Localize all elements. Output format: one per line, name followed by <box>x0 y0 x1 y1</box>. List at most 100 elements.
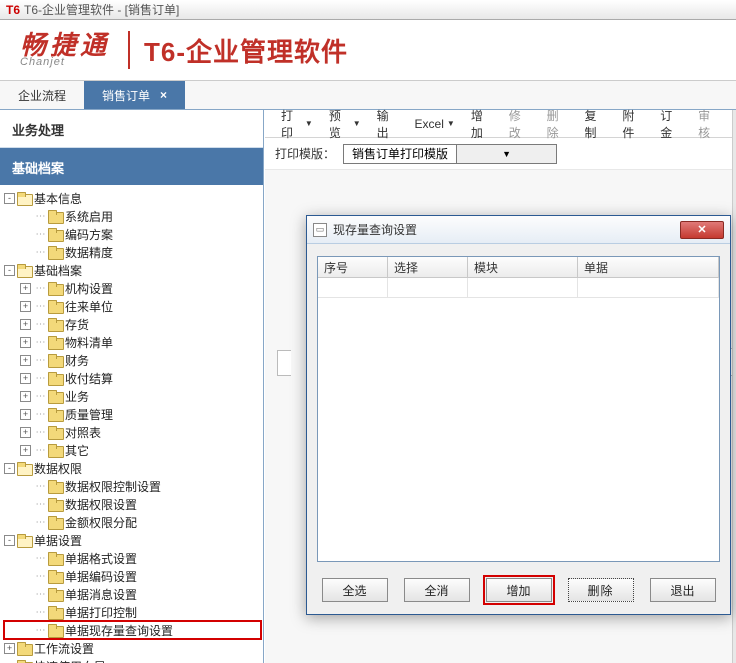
col-module[interactable]: 模块 <box>468 257 578 277</box>
tree: -基本信息⋯系统启用⋯编码方案⋯数据精度-基础档案+⋯机构设置+⋯往来单位+⋯存… <box>4 189 261 663</box>
toolbar-打印[interactable]: 打印▼ <box>273 110 321 137</box>
tree-item-存货[interactable]: +⋯ 存货 <box>4 315 261 333</box>
tree-label: 系统启用 <box>65 208 113 225</box>
btn-select-all[interactable]: 全选 <box>322 578 388 602</box>
expand-icon[interactable]: + <box>20 301 31 312</box>
tree-connector: ⋯ <box>33 391 47 402</box>
tree-label: 快速使用向导 <box>34 658 106 663</box>
toolbar-输出[interactable]: 输出 <box>369 110 407 137</box>
tab-close-icon[interactable]: × <box>160 88 167 102</box>
tree-item-数据权限设置[interactable]: ⋯数据权限设置 <box>4 495 261 513</box>
toolbar-复制[interactable]: 复制 <box>576 110 614 137</box>
tab-label: 销售订单 <box>102 87 150 104</box>
tree-item-对照表[interactable]: +⋯对照表 <box>4 423 261 441</box>
expand-icon[interactable]: + <box>20 283 31 294</box>
tree-label: 物料清单 <box>65 334 113 351</box>
print-template-value: 销售订单打印模版 <box>344 145 456 162</box>
btn-select-none[interactable]: 全消 <box>404 578 470 602</box>
tree-connector: ⋯ <box>33 499 47 510</box>
tree-item-单据消息设置[interactable]: ⋯ 单据消息设置 <box>4 585 261 603</box>
expand-icon[interactable]: + <box>20 319 31 330</box>
tree-item-质量管理[interactable]: +⋯质量管理 <box>4 405 261 423</box>
chevron-down-icon[interactable]: ▼ <box>456 145 556 163</box>
toolbar-预览[interactable]: 预览▼ <box>321 110 369 137</box>
expand-icon[interactable]: + <box>20 373 31 384</box>
window-title: T6-企业管理软件 - [销售订单] <box>24 1 179 18</box>
collapse-icon[interactable]: - <box>4 193 15 204</box>
col-bill[interactable]: 单据 <box>578 257 719 277</box>
toolbar-增加[interactable]: 增加 <box>463 110 501 137</box>
chevron-down-icon: ▼ <box>353 119 361 128</box>
toolbar-修改: 修改 <box>501 110 539 137</box>
tree-label: 数据权限 <box>34 460 82 477</box>
expand-icon[interactable]: + <box>20 409 31 420</box>
tree-label: 财务 <box>65 352 89 369</box>
tree-label: 单据消息设置 <box>65 586 137 603</box>
tree-item-机构设置[interactable]: +⋯机构设置 <box>4 279 261 297</box>
btn-add[interactable]: 增加 <box>486 578 552 602</box>
folder-icon <box>48 606 62 618</box>
tree-item-系统启用[interactable]: ⋯系统启用 <box>4 207 261 225</box>
tree-item-其它[interactable]: +⋯其它 <box>4 441 261 459</box>
sidebar-header-archive[interactable]: 基础档案 <box>0 148 263 185</box>
expand-icon[interactable]: + <box>20 337 31 348</box>
col-select[interactable]: 选择 <box>388 257 468 277</box>
folder-icon <box>48 516 62 528</box>
tree-item-基础档案[interactable]: -基础档案 <box>4 261 261 279</box>
folder-icon <box>48 282 62 294</box>
expand-icon[interactable]: + <box>20 391 31 402</box>
dialog-titlebar[interactable]: ▭ 现存量查询设置 ✕ <box>307 216 730 244</box>
folder-icon <box>17 534 31 546</box>
tree-scroll[interactable]: -基本信息⋯系统启用⋯编码方案⋯数据精度-基础档案+⋯机构设置+⋯往来单位+⋯存… <box>0 185 263 663</box>
tree-item-物料清单[interactable]: +⋯物料清单 <box>4 333 261 351</box>
sidebar-header-biz[interactable]: 业务处理 <box>0 110 263 148</box>
btn-exit[interactable]: 退出 <box>650 578 716 602</box>
tree-item-单据编码设置[interactable]: ⋯单据编码设置 <box>4 567 261 585</box>
toolbar-Excel[interactable]: Excel▼ <box>407 110 463 137</box>
tab-sales-order[interactable]: 销售订单 × <box>84 81 185 109</box>
tree-connector: ⋯ <box>33 445 47 456</box>
tree-item-编码方案[interactable]: ⋯编码方案 <box>4 225 261 243</box>
tree-item-收付结算[interactable]: +⋯收付结算 <box>4 369 261 387</box>
tree-item-财务[interactable]: +⋯财务 <box>4 351 261 369</box>
dialog-title: 现存量查询设置 <box>333 221 680 238</box>
col-seq[interactable]: 序号 <box>318 257 388 277</box>
tree-connector: ⋯ <box>33 319 47 330</box>
tree-connector: ⋯ <box>33 283 47 294</box>
tree-item-基本信息[interactable]: -基本信息 <box>4 189 261 207</box>
expand-icon[interactable]: + <box>20 427 31 438</box>
tree-item-往来单位[interactable]: +⋯往来单位 <box>4 297 261 315</box>
toolbar-附件[interactable]: 附件 <box>614 110 652 137</box>
print-template-select[interactable]: 销售订单打印模版 ▼ <box>343 144 557 164</box>
logo-area: 畅捷通 Chanjet T6-企业管理软件 <box>0 20 736 80</box>
tree-item-单据打印控制[interactable]: ⋯单据打印控制 <box>4 603 261 621</box>
expand-icon[interactable]: + <box>4 643 15 654</box>
expand-icon[interactable]: + <box>20 445 31 456</box>
tree-item-单据格式设置[interactable]: ⋯单据格式设置 <box>4 549 261 567</box>
tree-item-数据权限[interactable]: - 数据权限 <box>4 459 261 477</box>
tree-connector: ⋯ <box>33 247 47 258</box>
expander-blank <box>20 481 31 492</box>
tree-connector: ⋯ <box>33 589 47 600</box>
tree-item-快速使用向导[interactable]: 快速使用向导 <box>4 657 261 663</box>
dialog-close-button[interactable]: ✕ <box>680 221 724 239</box>
toolbar-订金[interactable]: 订金 <box>652 110 690 137</box>
tree-item-单据设置[interactable]: -单据设置 <box>4 531 261 549</box>
tree-label: 存货 <box>65 316 89 333</box>
collapse-icon[interactable]: - <box>4 463 15 474</box>
tab-biz-process[interactable]: 企业流程 <box>0 81 84 109</box>
tree-item-数据权限控制设置[interactable]: ⋯数据权限控制设置 <box>4 477 261 495</box>
brand-divider <box>128 31 130 69</box>
folder-icon <box>48 300 62 312</box>
expand-icon[interactable]: + <box>20 355 31 366</box>
tree-item-数据精度[interactable]: ⋯数据精度 <box>4 243 261 261</box>
folder-icon <box>17 264 31 276</box>
tree-item-工作流设置[interactable]: +工作流设置 <box>4 639 261 657</box>
tree-item-单据现存量查询设置[interactable]: ⋯单据现存量查询设置 <box>4 621 261 639</box>
tree-item-金额权限分配[interactable]: ⋯金额权限分配 <box>4 513 261 531</box>
tree-item-业务[interactable]: +⋯业务 <box>4 387 261 405</box>
print-template-label: 打印模版： <box>275 145 335 162</box>
btn-delete[interactable]: 删除 <box>568 578 634 602</box>
collapse-icon[interactable]: - <box>4 265 15 276</box>
collapse-icon[interactable]: - <box>4 535 15 546</box>
